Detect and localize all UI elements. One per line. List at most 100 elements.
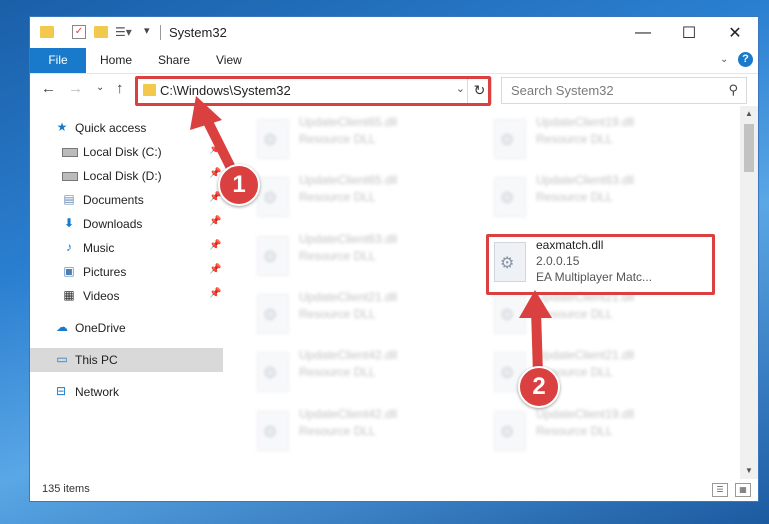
sidebar-item-label: Quick access [75,121,147,135]
chevron-down-icon[interactable]: ▾ [144,24,158,37]
file-name: UpdateClient65.dll [299,115,398,129]
scroll-up-icon[interactable]: ▲ [740,106,758,122]
large-icons-view-icon[interactable]: ▦ [735,483,751,497]
properties-icon[interactable]: ✓ [72,25,86,39]
search-placeholder: Search System32 [511,83,614,98]
up-arrow-icon[interactable]: ↑ [116,80,124,97]
sidebar-item-onedrive[interactable]: ☁ OneDrive [30,316,223,340]
address-bar-highlight [135,76,491,106]
file-name: UpdateClient65.dll [299,173,398,187]
sidebar-item-this-pc[interactable]: ▭ This PC [30,348,223,372]
download-icon: ⬇ [63,216,75,230]
sidebar-item-local-disk-d[interactable]: Local Disk (D:) 📌 [30,164,223,188]
maximize-button[interactable]: ☐ [666,17,712,48]
sidebar-item-network[interactable]: ⊟ Network [30,380,223,404]
file-highlight [486,234,715,295]
file-type: Resource DLL [536,307,613,321]
file-name: UpdateClient19.dll [536,115,635,129]
step-1-badge: 1 [218,164,260,206]
scroll-down-icon[interactable]: ▼ [740,463,758,479]
item-count: 135 items [42,483,90,495]
sidebar-item-label: Local Disk (D:) [83,169,162,183]
file-item[interactable]: ⚙ UpdateClient21.dll Resource DLL [251,287,471,339]
tab-view[interactable]: View [216,48,242,73]
scrollbar-thumb[interactable] [744,124,754,172]
status-bar: 135 items ☰ ▦ [30,479,758,501]
recent-locations-icon[interactable]: ⌄ [96,82,104,93]
step-2-badge: 2 [518,366,560,408]
sidebar-item-quick-access[interactable]: ★ Quick access [30,116,223,140]
dll-file-icon: ⚙ [494,177,526,217]
videos-icon: ▦ [63,288,75,302]
pin-icon[interactable]: 📌 [209,144,221,155]
sidebar-item-label: Music [83,241,115,255]
sidebar-item-label: Documents [83,193,144,207]
file-item[interactable]: ⚙ UpdateClient19.dll Resource DLL [488,112,708,164]
dll-file-icon: ⚙ [257,177,289,217]
sidebar-item-label: Local Disk (C:) [83,145,162,159]
sidebar-item-label: Pictures [83,265,127,279]
new-folder-icon[interactable] [94,26,108,38]
pin-icon[interactable]: 📌 [209,288,221,299]
file-item[interactable]: ⚙ UpdateClient65.dll Resource DLL [251,170,471,222]
file-name: UpdateClient19.dll [536,407,635,421]
minimize-button[interactable]: — [620,17,666,48]
documents-icon: ▤ [63,192,75,206]
file-item[interactable]: ⚙ UpdateClient42.dll Resource DLL [251,345,471,397]
tab-file[interactable]: File [30,48,86,73]
pin-icon[interactable]: 📌 [209,216,221,227]
cloud-icon: ☁ [56,320,68,334]
sidebar-item-documents[interactable]: ▤ Documents 📌 [30,188,223,212]
file-name: UpdateClient42.dll [299,407,398,421]
file-item[interactable]: ⚙ UpdateClient63.dll Resource DLL [488,170,708,222]
search-icon[interactable]: ⚲ [728,82,738,98]
close-button[interactable]: ✕ [712,17,758,48]
pin-icon[interactable]: 📌 [209,240,221,251]
file-name: UpdateClient42.dll [299,348,398,362]
help-icon[interactable]: ? [738,52,753,67]
sidebar-item-label: Network [75,385,120,399]
details-view-icon[interactable]: ☰ [712,483,728,497]
file-type: Resource DLL [536,132,613,146]
navigation-pane: ★ Quick access Local Disk (C:) 📌 Local D… [30,106,223,479]
computer-icon: ▭ [56,352,68,366]
dll-file-icon: ⚙ [494,119,526,159]
file-item[interactable]: ⚙ UpdateClient63.dll Resource DLL [251,229,471,281]
dll-file-icon: ⚙ [257,294,289,334]
dll-file-icon: ⚙ [257,352,289,392]
file-item[interactable]: ⚙ UpdateClient42.dll Resource DLL [251,404,471,456]
expand-ribbon-icon[interactable]: ⌄ [720,54,728,65]
pictures-icon: ▣ [63,264,75,278]
file-item[interactable]: ⚙ UpdateClient65.dll Resource DLL [251,112,471,164]
dll-file-icon: ⚙ [494,294,526,334]
search-input[interactable]: Search System32 ⚲ [501,77,747,104]
sidebar-item-videos[interactable]: ▦ Videos 📌 [30,284,223,308]
folder-icon [40,26,54,38]
sidebar-item-label: This PC [75,353,118,367]
file-type: Resource DLL [299,424,376,438]
file-item[interactable]: ⚙ UpdateClient19.dll Resource DLL [488,404,708,456]
drive-icon [62,172,78,181]
customize-quick-access-icon[interactable]: ☰▾ [115,25,132,39]
sidebar-item-downloads[interactable]: ⬇ Downloads 📌 [30,212,223,236]
sidebar-item-music[interactable]: ♪ Music 📌 [30,236,223,260]
back-arrow-icon[interactable]: ← [41,80,56,97]
music-icon: ♪ [66,240,72,254]
file-type: Resource DLL [299,365,376,379]
window-title: System32 [169,25,227,40]
tab-share[interactable]: Share [158,48,190,73]
vertical-scrollbar[interactable]: ▲ ▼ [740,106,758,479]
file-type: Resource DLL [299,249,376,263]
dll-file-icon: ⚙ [257,119,289,159]
title-separator [160,25,161,40]
file-name: UpdateClient21.dll [536,348,635,362]
sidebar-item-pictures[interactable]: ▣ Pictures 📌 [30,260,223,284]
forward-arrow-icon[interactable]: → [68,80,83,97]
pin-icon[interactable]: 📌 [209,264,221,275]
sidebar-item-label: Downloads [83,217,143,231]
tab-home[interactable]: Home [100,48,132,73]
sidebar-item-local-disk-c[interactable]: Local Disk (C:) 📌 [30,140,223,164]
star-icon: ★ [56,120,68,134]
sidebar-item-label: OneDrive [75,321,126,335]
file-name: UpdateClient63.dll [299,232,398,246]
